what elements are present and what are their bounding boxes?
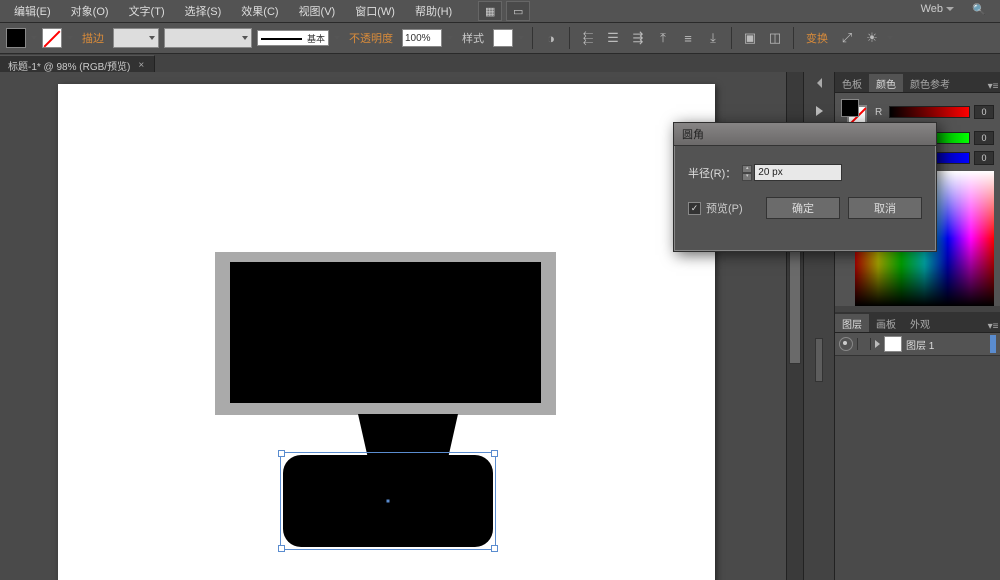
stroke-label[interactable]: 描边	[82, 30, 104, 46]
menu-help[interactable]: 帮助(H)	[405, 0, 462, 22]
ok-button[interactable]: 确定	[766, 197, 840, 219]
dialog-titlebar[interactable]: 圆角	[674, 123, 936, 146]
menu-view[interactable]: 视图(V)	[289, 0, 346, 22]
r-value[interactable]: 0	[974, 105, 994, 119]
align-left-icon[interactable]: ⬱	[578, 28, 598, 48]
document-tab-title: 标题-1* @ 98% (RGB/预览)	[8, 58, 130, 73]
graphic-style-field[interactable]	[493, 29, 513, 47]
layer-row[interactable]: 图层 1	[835, 333, 1000, 356]
disclosure-icon[interactable]	[875, 340, 880, 348]
panel-menu-icon[interactable]: ▾≡	[986, 81, 1000, 92]
search-icon[interactable]: 🔍	[968, 0, 990, 18]
align-vcenter-icon[interactable]: ≡	[678, 28, 698, 48]
tab-swatches[interactable]: 色板	[835, 74, 869, 92]
stroke-profile-field[interactable]	[164, 28, 252, 48]
radius-label: 半径(R)：	[688, 165, 736, 181]
preview-checkbox[interactable]: ✓ 预览(P)	[688, 200, 743, 216]
style-label: 样式	[462, 30, 484, 46]
stroke-swatch[interactable]	[42, 28, 62, 48]
cancel-button[interactable]: 取消	[848, 197, 922, 219]
selection-bounds[interactable]	[280, 452, 496, 550]
menu-type[interactable]: 文字(T)	[119, 0, 175, 22]
selection-handle[interactable]	[278, 450, 285, 457]
radius-spinner[interactable]: ▴▾	[742, 165, 752, 181]
menu-bar: 编辑(E) 对象(O) 文字(T) 选择(S) 效果(C) 视图(V) 窗口(W…	[0, 0, 1000, 22]
align-right-icon[interactable]: ⇶	[628, 28, 648, 48]
transform-label[interactable]: 变换	[806, 30, 828, 46]
checkbox-icon: ✓	[688, 202, 701, 215]
menu-window[interactable]: 窗口(W)	[345, 0, 405, 22]
menu-effect[interactable]: 效果(C)	[231, 0, 288, 22]
opacity-field[interactable]: 100%	[402, 29, 442, 47]
artboard	[58, 84, 715, 580]
align-hcenter-icon[interactable]: ☰	[603, 28, 623, 48]
tab-color-guide[interactable]: 颜色参考	[903, 74, 957, 92]
align-bottom-icon[interactable]: ⤓	[703, 28, 723, 48]
selection-center[interactable]	[387, 500, 390, 503]
b-value[interactable]: 0	[974, 151, 994, 165]
align-top-icon[interactable]: ⤒	[653, 28, 673, 48]
color-panel-tabs: 色板 颜色 颜色参考 ▾≡	[835, 72, 1000, 93]
stroke-weight-field[interactable]	[113, 28, 159, 48]
tab-appearance[interactable]: 外观	[903, 314, 937, 332]
control-bar: 描边 基本 不透明度 100% 样式 ◑ ⬱ ☰ ⇶ ⤒ ≡ ⤓ ▣ ◫ 变换 …	[0, 22, 1000, 53]
round-corners-dialog: 圆角 半径(R)： ▴▾ 20 px ✓ 预览(P) 确定 取消	[673, 122, 937, 252]
radius-input[interactable]: 20 px	[754, 164, 842, 181]
fill-proxy[interactable]	[841, 99, 859, 117]
menu-object[interactable]: 对象(O)	[61, 0, 119, 22]
panel-menu-icon[interactable]: ▾≡	[986, 321, 1000, 332]
document-tab-strip: 标题-1* @ 98% (RGB/预览) ×	[0, 53, 1000, 74]
visibility-toggle-icon[interactable]	[839, 337, 853, 351]
layers-panel: 图层 1	[835, 333, 1000, 580]
tab-color[interactable]: 颜色	[869, 74, 903, 92]
layer-name[interactable]: 图层 1	[906, 337, 934, 352]
menu-select[interactable]: 选择(S)	[175, 0, 232, 22]
lock-toggle[interactable]	[857, 338, 871, 350]
tab-layers[interactable]: 图层	[835, 314, 869, 332]
selection-handle[interactable]	[491, 450, 498, 457]
edit-similar-icon[interactable]: ☀	[862, 28, 882, 48]
isolate-icon[interactable]: ⤢	[837, 28, 857, 48]
r-slider[interactable]	[889, 106, 970, 118]
layer-thumb	[884, 336, 902, 352]
workspace-switcher[interactable]: Web	[913, 0, 962, 18]
shape-monitor-screen[interactable]	[230, 262, 541, 403]
brush-def-field[interactable]: 基本	[257, 30, 329, 46]
screen-mode-icon[interactable]: ▭	[506, 1, 530, 21]
pathfinder-icon[interactable]: ◫	[765, 28, 785, 48]
opacity-label[interactable]: 不透明度	[349, 30, 393, 46]
layers-panel-tabs: 图层 画板 外观 ▾≡	[835, 312, 1000, 333]
r-label: R	[875, 107, 885, 118]
preview-label: 预览(P)	[706, 200, 743, 216]
tab-artboards[interactable]: 画板	[869, 314, 903, 332]
recolor-icon[interactable]: ◑	[541, 28, 561, 48]
arrange-docs-icon[interactable]: ▦	[478, 1, 502, 21]
library-icon[interactable]	[816, 106, 823, 116]
g-value[interactable]: 0	[974, 131, 994, 145]
selection-handle[interactable]	[491, 545, 498, 552]
fill-swatch[interactable]	[6, 28, 26, 48]
layer-selection-color[interactable]	[990, 335, 996, 353]
panel-resize-handle[interactable]	[815, 338, 823, 382]
expand-dock-icon[interactable]	[817, 78, 822, 88]
menu-edit[interactable]: 编辑(E)	[4, 0, 61, 22]
shape-mode-icon[interactable]: ▣	[740, 28, 760, 48]
close-tab-icon[interactable]: ×	[138, 60, 144, 71]
selection-handle[interactable]	[278, 545, 285, 552]
